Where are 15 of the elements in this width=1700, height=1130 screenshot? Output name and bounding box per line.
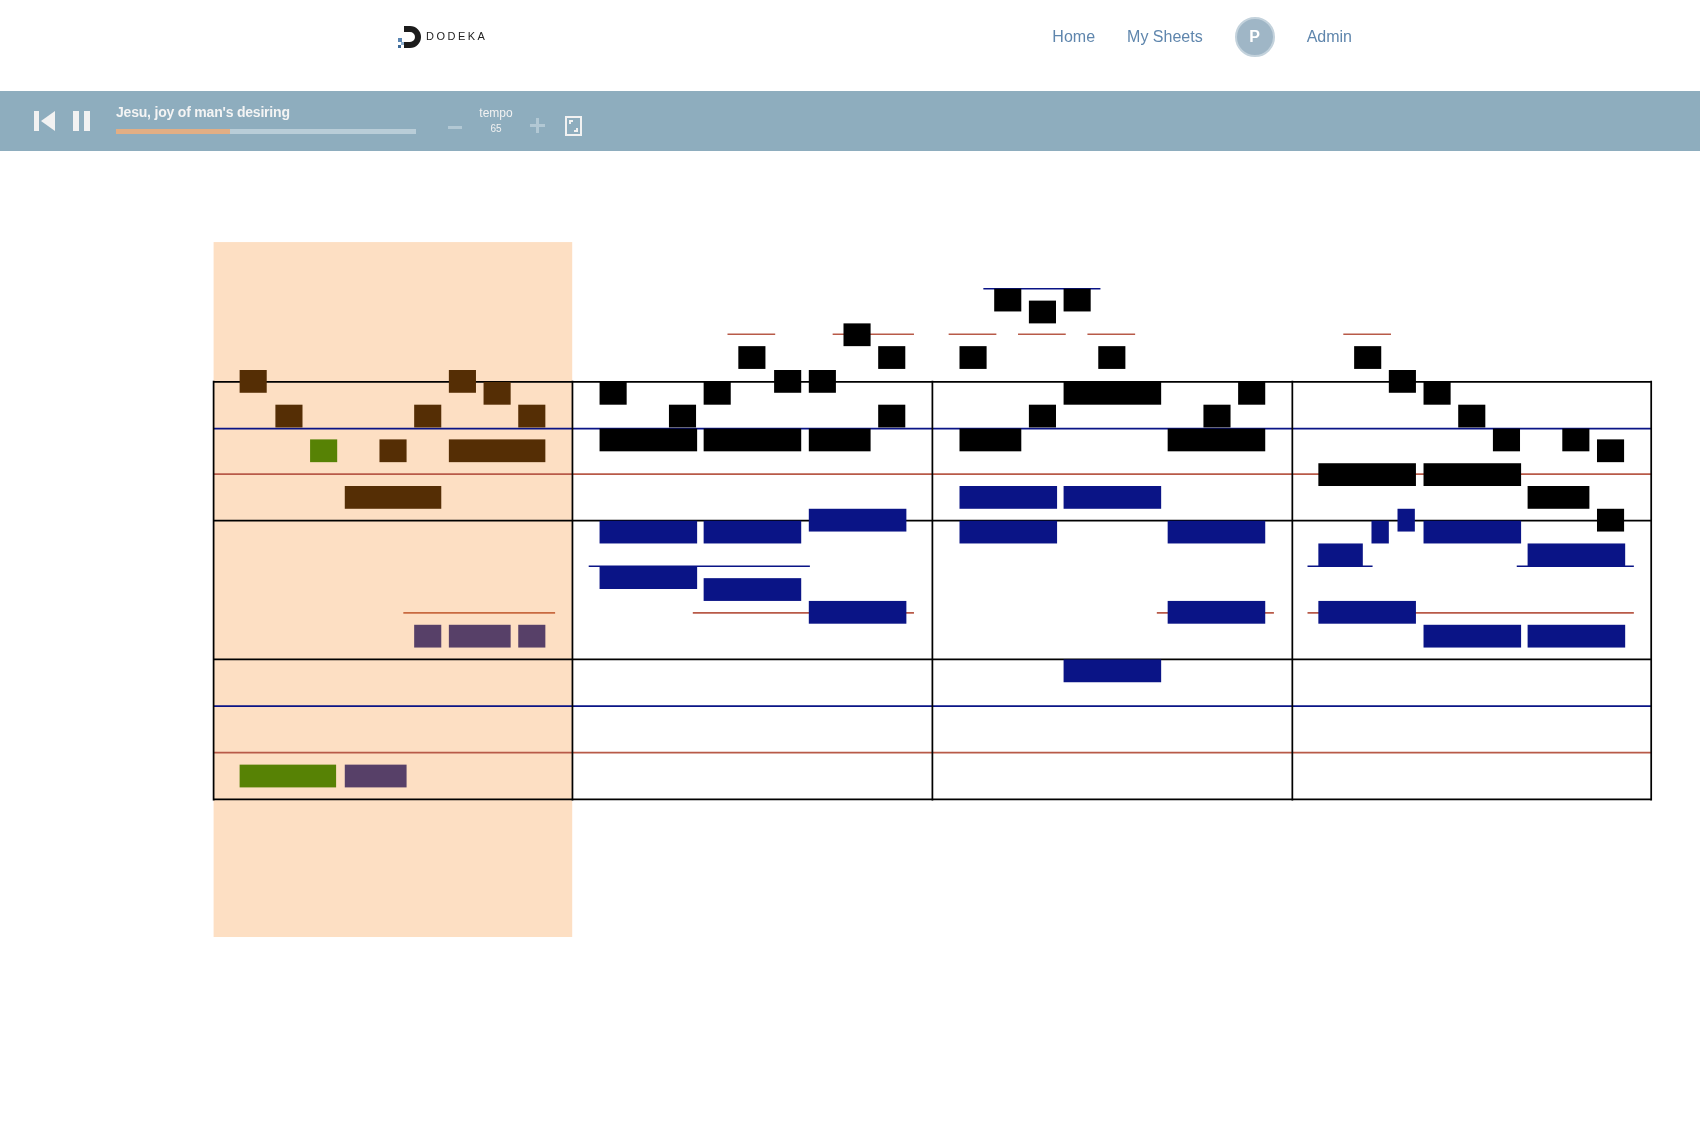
nav-link[interactable]: Home (1052, 24, 1096, 49)
nav-link[interactable]: Admin (1306, 24, 1352, 49)
song-title: Jesu, joy of man's desiring (116, 103, 291, 122)
tempo-decrease-button[interactable] (448, 125, 462, 129)
logo-text: DODEKA (426, 29, 488, 45)
avatar-button[interactable]: P (1234, 16, 1275, 57)
tempo-label: tempo (479, 106, 513, 121)
tempo-increase-button[interactable] (530, 117, 545, 133)
tempo-value: 65 (490, 121, 502, 136)
skip-back-button[interactable] (34, 111, 55, 131)
nav-link[interactable]: My Sheets (1127, 24, 1203, 49)
logo-icon (398, 23, 422, 50)
pause-button[interactable] (73, 111, 90, 131)
fullscreen-button[interactable] (565, 116, 582, 136)
progress-bar[interactable] (116, 129, 416, 134)
